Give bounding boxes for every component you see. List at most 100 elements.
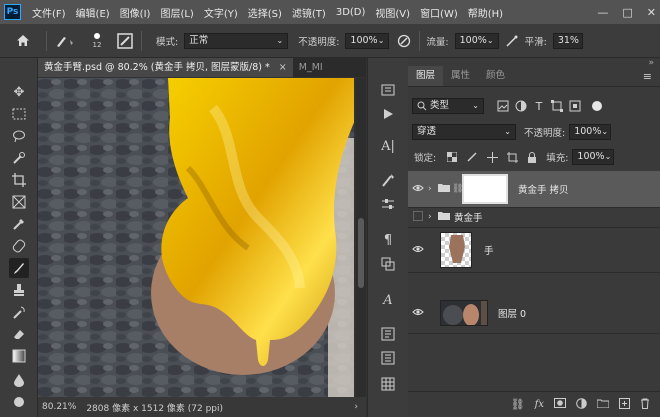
adjustments-panel-icon[interactable] (378, 194, 398, 214)
frame-tool-icon[interactable] (9, 192, 29, 212)
visibility-off-box[interactable] (408, 210, 428, 224)
filter-shape-icon[interactable] (548, 100, 566, 112)
visibility-eye-icon[interactable] (408, 245, 428, 256)
glyphs-panel-icon[interactable]: A (378, 290, 398, 310)
brush-settings-icon[interactable] (115, 32, 135, 49)
marquee-tool-icon[interactable] (9, 104, 29, 124)
fill-input[interactable]: 100% ⌄ (572, 149, 615, 165)
healing-brush-tool-icon[interactable] (9, 236, 29, 256)
move-tool-icon[interactable]: ✥ (9, 82, 29, 102)
filter-type-icon[interactable]: T (530, 101, 548, 112)
paragraph-panel-icon[interactable]: ¶ (378, 230, 398, 250)
tab-layers[interactable]: 图层 (408, 66, 444, 86)
eraser-tool-icon[interactable] (9, 324, 29, 344)
brushes-panel-icon[interactable] (378, 170, 398, 190)
maximize-button[interactable]: □ (622, 6, 632, 19)
crop-tool-icon[interactable] (9, 170, 29, 190)
menu-edit[interactable]: 编辑(E) (71, 5, 115, 20)
gradient-tool-icon[interactable] (9, 346, 29, 366)
lock-artboard-icon[interactable] (504, 151, 520, 163)
close-icon[interactable]: × (279, 62, 287, 73)
color-panel-icon[interactable] (378, 348, 398, 368)
lock-position-icon[interactable] (484, 151, 500, 163)
expand-chevron-icon[interactable]: › (428, 212, 438, 222)
delete-layer-icon[interactable] (640, 398, 650, 412)
add-mask-icon[interactable] (554, 398, 566, 411)
visibility-eye-icon[interactable] (408, 184, 428, 195)
menu-3d[interactable]: 3D(D) (331, 7, 371, 18)
character-panel-icon[interactable]: A| (378, 136, 398, 156)
adjustment-layer-icon[interactable] (576, 397, 587, 412)
mode-select[interactable]: 正常 ⌄ (184, 32, 289, 49)
paths-panel-icon[interactable] (378, 324, 398, 344)
new-layer-icon[interactable] (619, 397, 630, 412)
zoom-level[interactable]: 80.21% (42, 402, 76, 412)
tab-properties[interactable]: 属性 (443, 66, 478, 86)
brush-size-picker[interactable]: 12 (85, 32, 109, 49)
menu-select[interactable]: 选择(S) (243, 5, 287, 20)
history-panel-icon[interactable] (378, 80, 398, 100)
collapse-panel-icon[interactable]: » (648, 58, 654, 68)
menu-type[interactable]: 文字(Y) (199, 5, 243, 20)
clone-stamp-tool-icon[interactable] (9, 280, 29, 300)
lock-all-icon[interactable] (524, 151, 540, 163)
menu-help[interactable]: 帮助(H) (463, 5, 508, 20)
layer-thumbnail[interactable] (440, 232, 472, 268)
dodge-tool-icon[interactable] (9, 392, 29, 412)
document-info[interactable]: 2808 像素 x 1512 像素 (72 ppi) (86, 401, 223, 414)
layer-row[interactable]: › 黄金手 (408, 207, 660, 228)
lock-transparent-icon[interactable] (444, 152, 460, 162)
filter-adjustment-icon[interactable] (512, 100, 530, 112)
history-brush-tool-icon[interactable] (9, 302, 29, 322)
layer-thumbnail[interactable] (440, 300, 488, 326)
menu-layer[interactable]: 图层(L) (155, 5, 198, 20)
lasso-tool-icon[interactable] (9, 126, 29, 146)
menu-image[interactable]: 图像(I) (115, 5, 156, 20)
blur-tool-icon[interactable] (9, 370, 29, 390)
menu-file[interactable]: 文件(F) (27, 5, 71, 20)
brush-tool-icon[interactable] (9, 258, 29, 278)
document-canvas[interactable] (38, 78, 354, 397)
menu-window[interactable]: 窗口(W) (415, 5, 463, 20)
expand-chevron-icon[interactable]: › (428, 184, 438, 194)
vertical-scroll-thumb[interactable] (358, 218, 364, 288)
layer-opacity-input[interactable]: 100% ⌄ (569, 124, 612, 140)
brush-preset-icon[interactable] (53, 34, 79, 48)
tab-color[interactable]: 颜色 (478, 66, 513, 86)
filter-toggle-icon[interactable] (592, 101, 602, 111)
tab-m-mi[interactable]: M_MI (293, 58, 329, 77)
mask-link-icon[interactable]: ⛓ (452, 184, 463, 194)
layer-style-icon[interactable]: fx (535, 399, 544, 410)
opacity-input[interactable]: 100% ⌄ (345, 32, 390, 49)
airbrush-icon[interactable] (505, 34, 519, 48)
swatches-panel-icon[interactable] (378, 374, 398, 394)
tab-golden-arm[interactable]: 黄金手臂.psd @ 80.2% (黄金手 拷贝, 图层蒙版/8) * × (38, 58, 293, 77)
eyedropper-tool-icon[interactable] (9, 214, 29, 234)
new-group-icon[interactable] (596, 398, 610, 411)
filter-pixel-icon[interactable] (494, 100, 512, 112)
menu-view[interactable]: 视图(V) (370, 5, 415, 20)
layer-row[interactable]: 手 (408, 228, 660, 273)
status-arrow-icon[interactable]: › (354, 402, 358, 412)
blend-mode-select[interactable]: 穿透 ⌄ (412, 124, 516, 140)
minimize-button[interactable]: — (597, 6, 608, 19)
vertical-scrollbar[interactable] (356, 78, 366, 397)
quick-selection-tool-icon[interactable] (9, 148, 29, 168)
close-window-button[interactable]: ✕ (647, 6, 656, 19)
menu-filter[interactable]: 滤镜(T) (287, 5, 331, 20)
layer-row[interactable]: › ⛓ 黄金手 拷贝 (408, 171, 660, 208)
home-icon[interactable] (14, 34, 32, 47)
actions-play-icon[interactable] (378, 104, 398, 124)
link-layers-icon[interactable]: ⛓ (511, 398, 525, 411)
layer-row[interactable]: 图层 0 (408, 293, 660, 334)
filter-smart-object-icon[interactable] (566, 100, 584, 112)
layer-mask-thumbnail[interactable] (462, 174, 508, 204)
lock-pixels-icon[interactable] (464, 152, 480, 162)
smooth-input[interactable]: 31% (552, 32, 583, 49)
layer-filter-select[interactable]: 类型 ⌄ (412, 98, 484, 114)
panel-menu-icon[interactable]: ≡ (643, 70, 652, 83)
clone-source-panel-icon[interactable] (378, 254, 398, 274)
visibility-eye-icon[interactable] (408, 308, 428, 319)
flow-input[interactable]: 100% ⌄ (454, 32, 499, 49)
pressure-opacity-icon[interactable] (395, 34, 413, 48)
